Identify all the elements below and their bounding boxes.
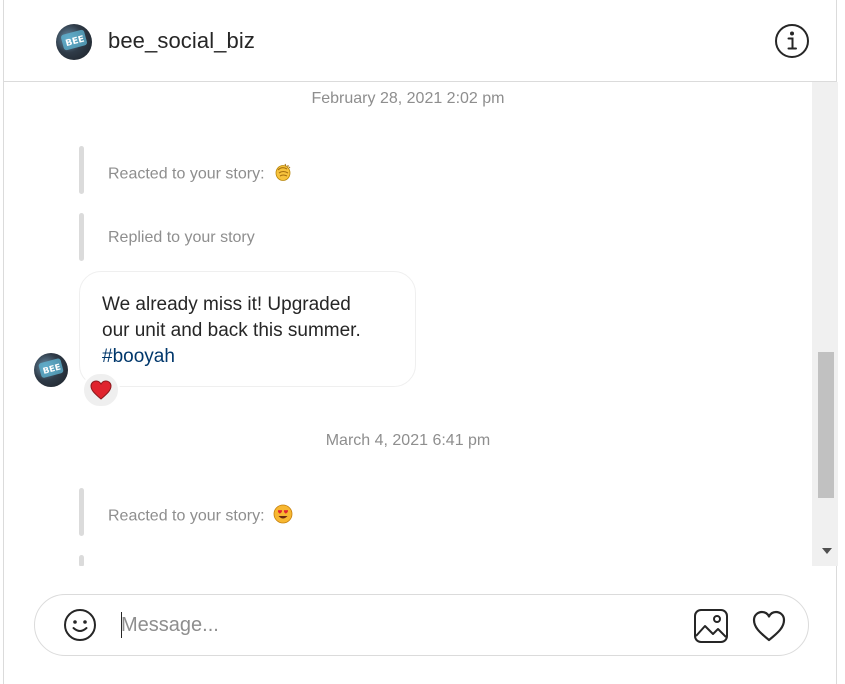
message-line: our unit and back this summer. [102,320,361,341]
info-icon[interactable] [774,23,810,59]
chat-window: BEE bee_social_biz February 28, 2021 2:0… [3,0,838,684]
heart-icon[interactable] [751,609,787,643]
message-line: We already miss it! Upgraded [102,294,351,315]
clapping-hands-emoji-icon [273,162,293,187]
message-composer [34,594,809,656]
story-reaction-text: Reacted to your story: [108,507,265,525]
heart-eyes-emoji-icon [273,504,293,529]
smiley-icon[interactable] [63,608,97,642]
heart-reaction-badge[interactable] [82,372,120,408]
chat-header: BEE bee_social_biz [4,0,836,82]
scroll-down-arrow-icon[interactable] [822,548,832,554]
story-reference-bar [79,213,84,261]
avatar[interactable]: BEE [56,24,92,60]
message-bubble[interactable]: We already miss it! Upgraded our unit an… [79,271,416,387]
red-heart-icon [90,380,112,400]
text-cursor [121,612,122,638]
story-reference-bar [79,555,84,566]
timestamp: February 28, 2021 2:02 pm [311,90,505,107]
message-thread: February 28, 2021 2:02 pm Reacted to you… [4,82,812,566]
scrollbar-thumb[interactable] [818,352,834,498]
timestamp: March 4, 2021 6:41 pm [325,432,491,449]
story-reference-bar [79,488,84,536]
hashtag-link[interactable]: #booyah [102,344,393,370]
avatar-image: BEE [61,29,87,51]
sender-avatar[interactable]: BEE [34,353,68,387]
story-reference-bar [79,146,84,194]
thread-scrollbar[interactable] [812,82,838,566]
chat-username[interactable]: bee_social_biz [108,28,255,54]
image-icon[interactable] [693,608,729,644]
message-input[interactable] [121,610,681,640]
story-reply-text: Replied to your story [108,229,255,246]
story-reaction-text: Reacted to your story: [108,165,265,183]
avatar-image: BEE [38,358,64,378]
